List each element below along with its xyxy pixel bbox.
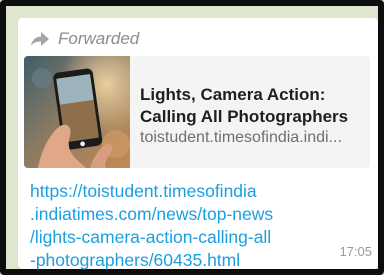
- forwarded-indicator: Forwarded: [30, 28, 139, 50]
- link-preview-domain: toistudent.timesofindia.indi...: [140, 129, 342, 146]
- forwarded-label: Forwarded: [58, 29, 140, 48]
- message-timestamp: 17:05: [339, 244, 372, 259]
- link-preview-card[interactable]: Lights, Camera Action: Calling All Photo…: [24, 56, 370, 168]
- link-preview-title[interactable]: Lights, Camera Action: Calling All Photo…: [140, 84, 366, 128]
- screenshot-frame: Forwarded Lights, Camera Action: Calling…: [0, 0, 384, 275]
- link-preview-thumbnail[interactable]: [24, 56, 130, 168]
- message-link[interactable]: https://toistudent.timesofindia .indiati…: [30, 180, 346, 272]
- forward-arrow-icon: [31, 32, 49, 46]
- message-bubble[interactable]: Forwarded Lights, Camera Action: Calling…: [18, 18, 378, 272]
